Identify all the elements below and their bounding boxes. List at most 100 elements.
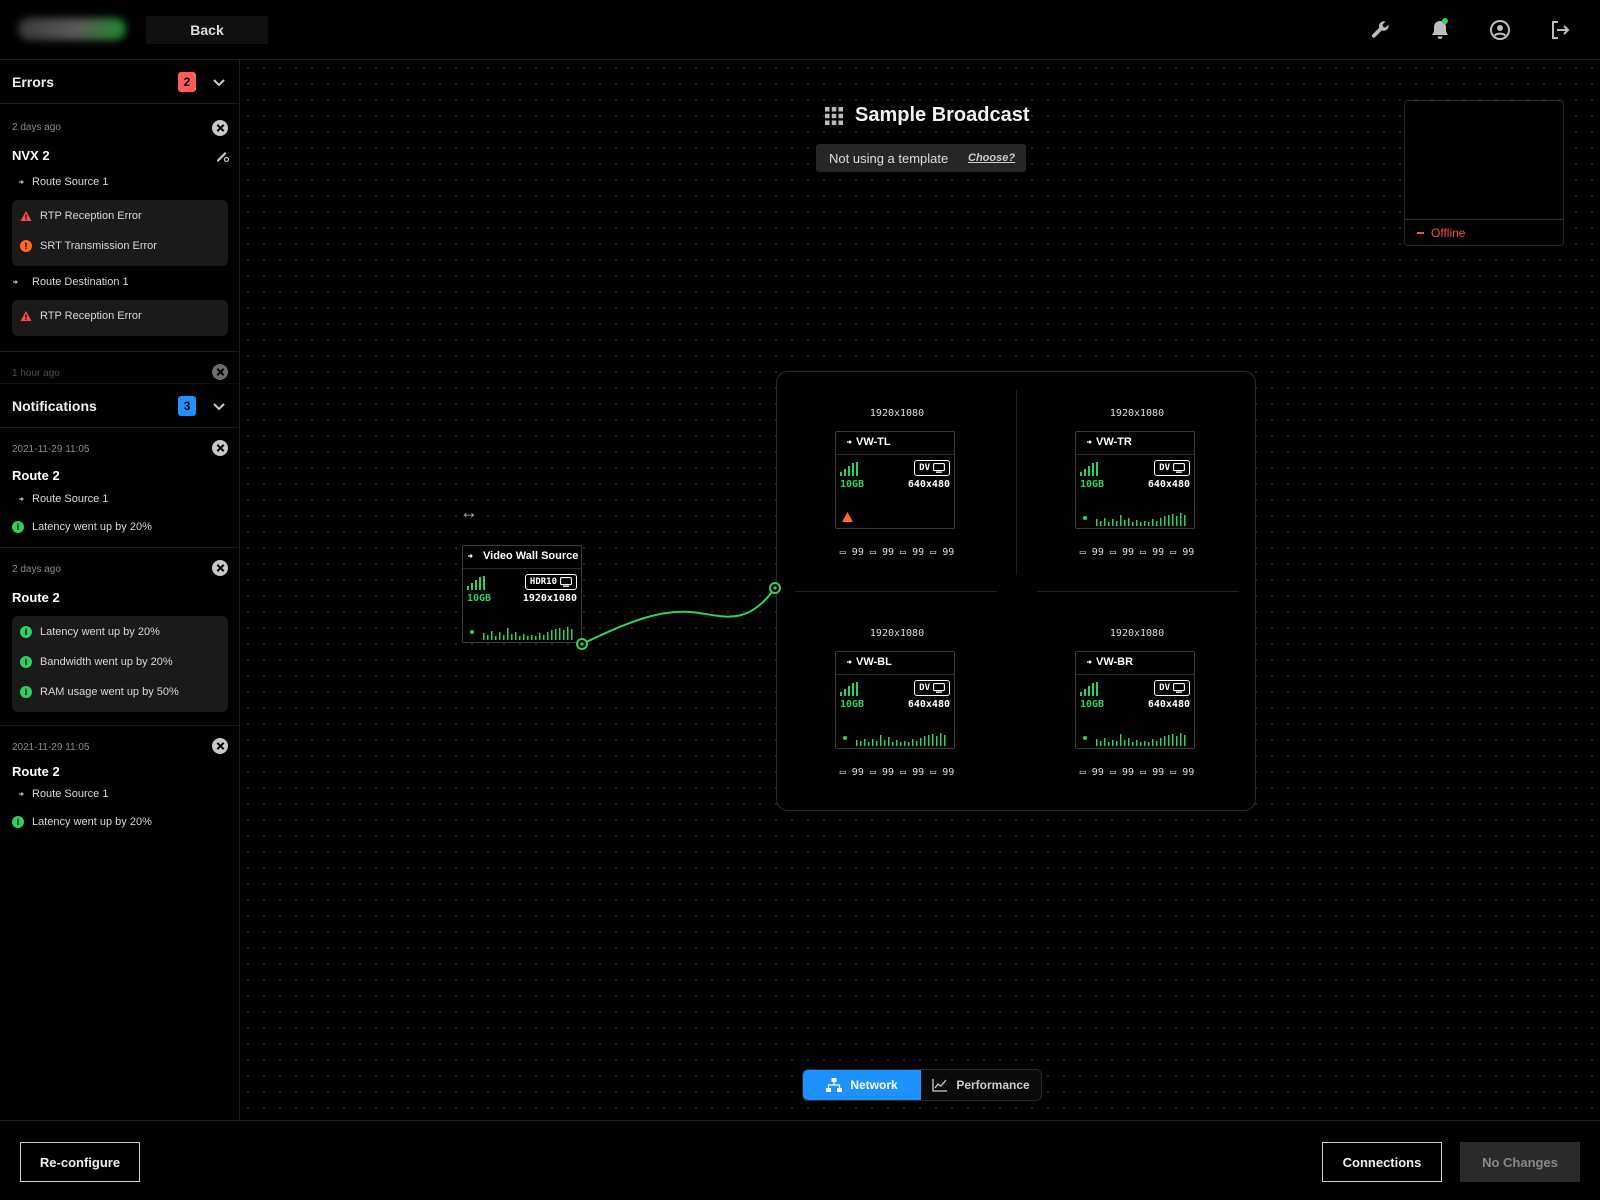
quadrant-stats: ▭ 99 ▭ 99 ▭ 99 ▭ 99 bbox=[777, 547, 1017, 558]
wall-quadrant-bl: 1920x1080 VW-BL 10GB DV 640x480 ▭ 99 ▭ 9… bbox=[777, 592, 1017, 812]
wall-node-bandwidth: 10GB bbox=[840, 699, 865, 710]
connection-curve[interactable] bbox=[581, 587, 776, 645]
quadrant-output-resolution: 1920x1080 bbox=[1109, 628, 1165, 639]
wall-node-title: VW-BL bbox=[840, 656, 892, 668]
dismiss-icon[interactable] bbox=[212, 120, 228, 136]
source-node[interactable]: Video Wall Source 10GB HDR10 1920x1080 bbox=[462, 545, 582, 643]
errors-section-header[interactable]: Errors 2 bbox=[0, 60, 239, 104]
source-moon-icon bbox=[1081, 657, 1092, 667]
dismiss-icon[interactable] bbox=[212, 440, 228, 456]
stat-icon-2: ▭ bbox=[1109, 547, 1116, 558]
wall-node-vw-tr[interactable]: VW-TR 10GB DV 640x480 bbox=[1075, 431, 1195, 529]
error-source-row: Route Source 1 bbox=[12, 176, 108, 188]
source-moon-icon bbox=[13, 177, 24, 187]
notification-item-label: Bandwidth went up by 20% bbox=[40, 656, 173, 668]
stat-value: 99 bbox=[851, 547, 864, 558]
destination-errors-box: RTP Reception Error bbox=[12, 300, 228, 336]
dv-badge: DV bbox=[914, 460, 950, 476]
chevron-down-icon[interactable] bbox=[211, 398, 227, 414]
footer-bar: Re-configure Connections No Changes bbox=[0, 1120, 1600, 1200]
quadrant-output-resolution: 1920x1080 bbox=[1109, 408, 1165, 419]
resize-horizontal-icon[interactable]: ↔ bbox=[460, 502, 478, 523]
dv-badge-label: DV bbox=[1159, 683, 1170, 693]
signal-bars-icon bbox=[1080, 462, 1098, 476]
notification-source-row: Route Source 1 bbox=[12, 788, 108, 800]
network-canvas[interactable]: Sample Broadcast Not using a template Ch… bbox=[240, 60, 1600, 1120]
top-bar: Back bbox=[0, 0, 1600, 60]
no-changes-button[interactable]: No Changes bbox=[1460, 1142, 1580, 1182]
dismiss-icon[interactable] bbox=[212, 738, 228, 754]
preview-monitor[interactable]: Offline bbox=[1404, 100, 1564, 246]
monitor-icon bbox=[933, 683, 945, 693]
error-destination-label: Route Destination 1 bbox=[32, 276, 129, 288]
wall-node-resolution: 640x480 bbox=[1147, 479, 1190, 490]
connections-button[interactable]: Connections bbox=[1322, 1142, 1442, 1182]
video-wall-group[interactable]: 1920x1080 VW-TL 10GB DV 640x480 ▭ 99 ▭ 9… bbox=[776, 371, 1256, 811]
grid-icon[interactable] bbox=[825, 106, 843, 125]
stat-icon-4: ▭ bbox=[930, 767, 937, 778]
signal-bars-icon bbox=[840, 462, 858, 476]
template-selector: Not using a template Choose? bbox=[816, 144, 1026, 172]
wall-quadrant-tl: 1920x1080 VW-TL 10GB DV 640x480 ▭ 99 ▭ 9… bbox=[777, 372, 1017, 592]
stat-icon-1: ▭ bbox=[1079, 547, 1086, 558]
signal-bars-icon bbox=[1080, 682, 1098, 696]
tab-network-label: Network bbox=[850, 1078, 898, 1092]
notification-item[interactable]: i Latency went up by 20% bbox=[20, 626, 160, 638]
error-item[interactable]: RTP Reception Error bbox=[20, 310, 142, 322]
wall-node-title: VW-TR bbox=[1080, 436, 1132, 448]
chevron-down-icon[interactable] bbox=[211, 74, 227, 90]
tab-performance[interactable]: Performance bbox=[921, 1070, 1041, 1100]
divider bbox=[1076, 454, 1194, 455]
wall-node-resolution: 640x480 bbox=[907, 699, 950, 710]
notifications-section-header[interactable]: Notifications 3 bbox=[0, 384, 239, 428]
wrench-icon[interactable] bbox=[1368, 18, 1392, 42]
notifications-count-badge: 3 bbox=[178, 396, 196, 416]
dismiss-icon[interactable] bbox=[212, 560, 228, 576]
dv-badge: DV bbox=[1154, 680, 1190, 696]
wall-node-vw-tl[interactable]: VW-TL 10GB DV 640x480 bbox=[835, 431, 955, 529]
info-circle-icon: i bbox=[20, 656, 32, 668]
error-card: 1 hour ago bbox=[0, 352, 239, 384]
user-circle-icon[interactable] bbox=[1488, 18, 1512, 42]
alerts-sidebar: Errors 2 2 days ago NVX 2 Route Source 1… bbox=[0, 60, 240, 1120]
notification-item[interactable]: i Latency went up by 20% bbox=[12, 521, 152, 533]
notification-item[interactable]: i Latency went up by 20% bbox=[12, 816, 152, 828]
logout-icon[interactable] bbox=[1548, 18, 1572, 42]
stat-value: 99 bbox=[912, 767, 925, 778]
notification-item-label: Latency went up by 20% bbox=[32, 816, 152, 828]
stat-value: 99 bbox=[1182, 767, 1195, 778]
app-logo[interactable] bbox=[18, 18, 126, 40]
error-item-label: RTP Reception Error bbox=[40, 310, 142, 322]
template-status: Not using a template bbox=[829, 151, 949, 166]
tab-network[interactable]: Network bbox=[803, 1070, 921, 1100]
notification-item-label: Latency went up by 20% bbox=[40, 626, 160, 638]
preview-footer: Offline bbox=[1405, 219, 1563, 245]
stat-icon-2: ▭ bbox=[869, 767, 876, 778]
bell-icon[interactable] bbox=[1428, 18, 1452, 42]
stat-value: 99 bbox=[1182, 547, 1195, 558]
stat-icon-3: ▭ bbox=[1140, 767, 1147, 778]
error-card: 2 days ago NVX 2 Route Source 1 RTP Rece… bbox=[0, 104, 239, 352]
reconfigure-button[interactable]: Re-configure bbox=[20, 1142, 140, 1182]
notification-item[interactable]: i RAM usage went up by 50% bbox=[20, 686, 179, 698]
choose-template-link[interactable]: Choose? bbox=[968, 152, 1015, 164]
info-circle-icon: i bbox=[20, 686, 32, 698]
wall-node-vw-br[interactable]: VW-BR 10GB DV 640x480 bbox=[1075, 651, 1195, 749]
edit-config-icon[interactable] bbox=[215, 148, 229, 162]
offline-indicator bbox=[1417, 232, 1424, 234]
back-button[interactable]: Back bbox=[146, 16, 268, 44]
error-item[interactable]: RTP Reception Error bbox=[20, 210, 142, 222]
error-item[interactable]: ! SRT Transmission Error bbox=[20, 240, 157, 252]
monitor-icon bbox=[933, 463, 945, 473]
error-source-label: Route Source 1 bbox=[32, 176, 109, 188]
stat-value: 99 bbox=[1091, 547, 1104, 558]
stat-icon-3: ▭ bbox=[900, 767, 907, 778]
stat-icon-3: ▭ bbox=[1140, 547, 1147, 558]
warning-triangle-icon bbox=[20, 311, 32, 321]
error-timestamp: 2 days ago bbox=[12, 122, 61, 133]
wall-node-vw-bl[interactable]: VW-BL 10GB DV 640x480 bbox=[835, 651, 955, 749]
stat-icon-2: ▭ bbox=[869, 547, 876, 558]
stat-value: 99 bbox=[1152, 767, 1165, 778]
dismiss-icon[interactable] bbox=[212, 364, 228, 380]
notification-item[interactable]: i Bandwidth went up by 20% bbox=[20, 656, 173, 668]
